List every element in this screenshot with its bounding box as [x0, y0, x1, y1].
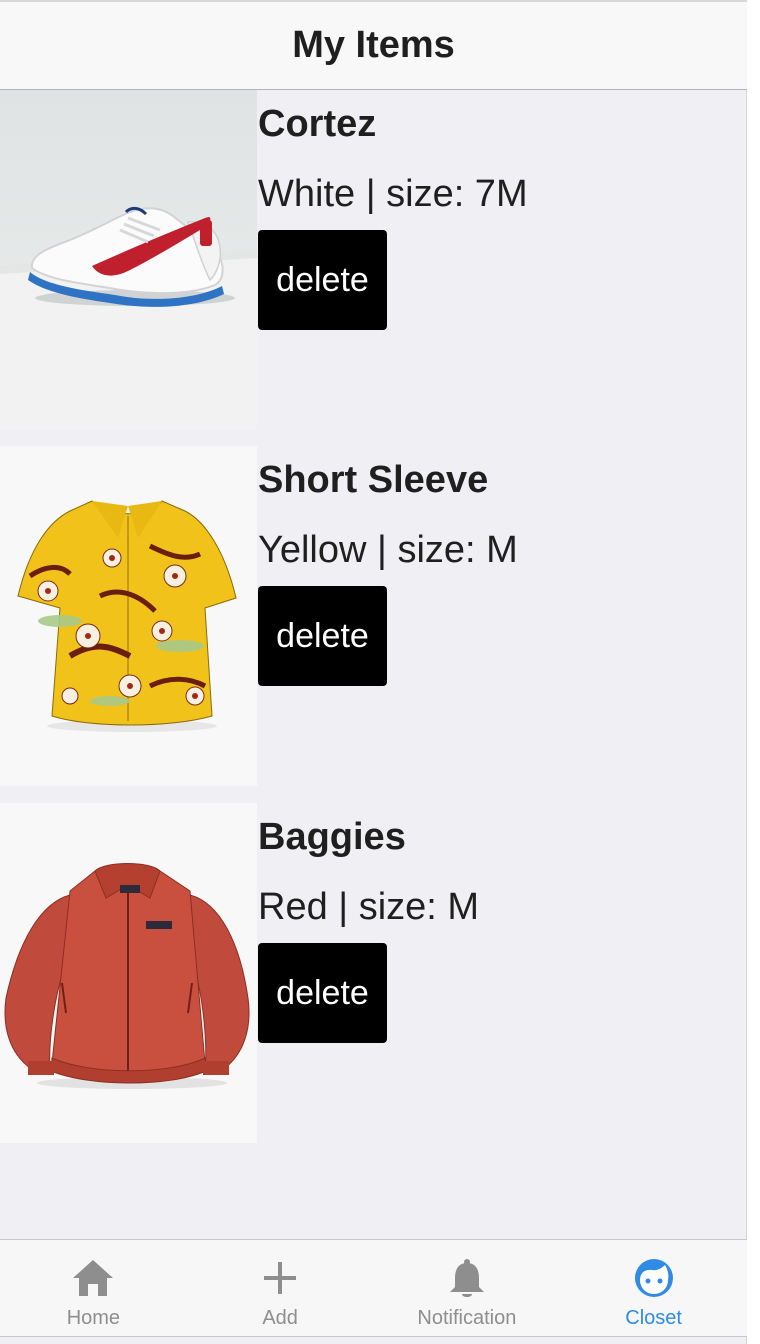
- item-details: White | size: 7M: [258, 173, 528, 215]
- tab-label: Add: [262, 1307, 298, 1329]
- delete-button[interactable]: delete: [258, 943, 387, 1043]
- face-icon: [634, 1259, 673, 1297]
- plus-icon: [264, 1262, 297, 1294]
- home-icon: [73, 1260, 114, 1296]
- list-item: Cortez White | size: 7M delete: [0, 90, 747, 430]
- app-screen: My Items Cortez White | size: 7M delete …: [0, 0, 747, 1344]
- item-details: Red | size: M: [258, 886, 480, 928]
- tab-home[interactable]: Home: [0, 1240, 187, 1336]
- tab-label: Closet: [625, 1307, 682, 1329]
- item-image-shirt[interactable]: [0, 446, 257, 786]
- delete-button[interactable]: delete: [258, 230, 387, 330]
- item-name: Cortez: [258, 103, 377, 145]
- list-item: Short Sleeve Yellow | size: M delete: [0, 446, 747, 786]
- list-item: Baggies Red | size: M delete: [0, 803, 747, 1143]
- bottom-tab-bar: Home Add Notification Closet: [0, 1239, 747, 1337]
- item-name: Short Sleeve: [258, 459, 489, 501]
- page-title: My Items: [292, 24, 455, 66]
- nav-header: My Items: [0, 0, 747, 90]
- item-name: Baggies: [258, 816, 406, 858]
- tab-label: Home: [66, 1307, 121, 1329]
- bell-icon: [449, 1259, 484, 1297]
- tab-add[interactable]: Add: [187, 1240, 374, 1336]
- item-details: Yellow | size: M: [258, 529, 518, 571]
- tab-closet[interactable]: Closet: [560, 1240, 747, 1336]
- delete-button[interactable]: delete: [258, 586, 387, 686]
- item-image-jacket[interactable]: [0, 803, 257, 1143]
- item-image-sneaker[interactable]: [0, 90, 257, 430]
- tab-notification[interactable]: Notification: [374, 1240, 561, 1336]
- tab-label: Notification: [417, 1307, 517, 1329]
